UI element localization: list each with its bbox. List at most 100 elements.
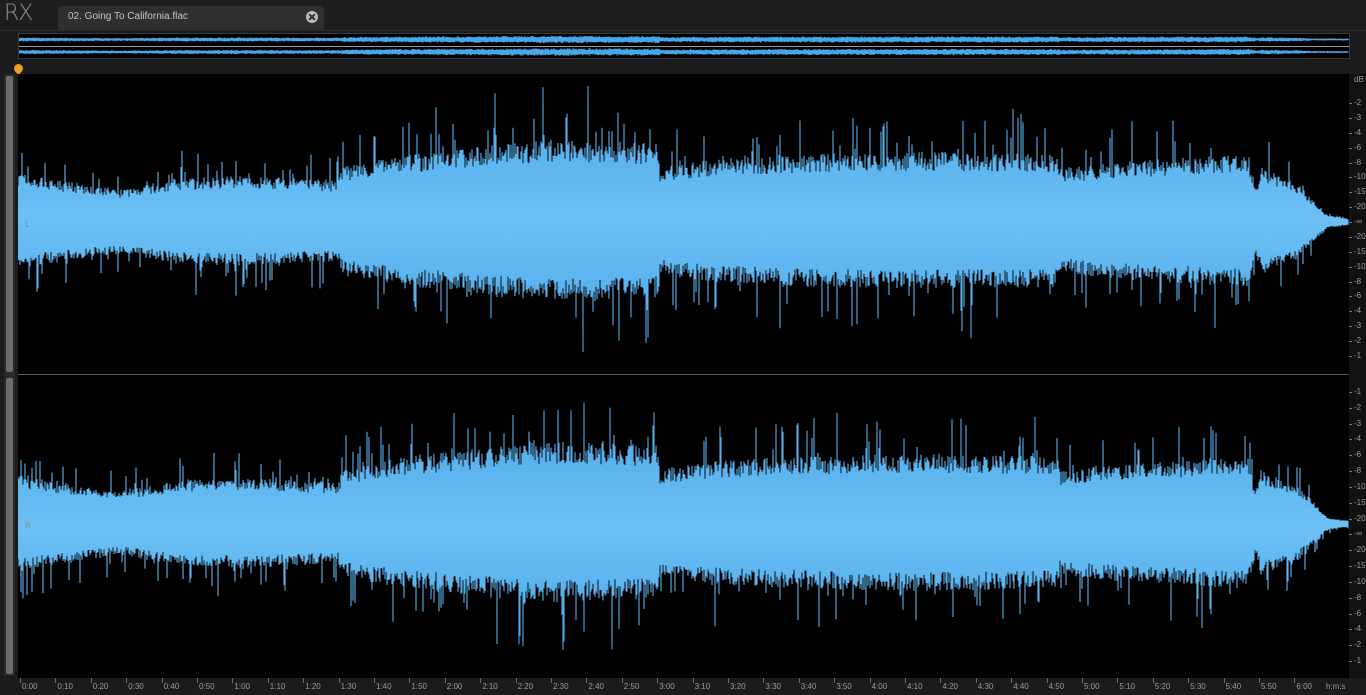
time-ruler-tick <box>480 678 482 683</box>
db-scale-label: -∞ <box>1354 529 1363 539</box>
time-ruler-tick <box>338 678 340 683</box>
close-tab-icon[interactable] <box>306 11 318 23</box>
db-scale-tick <box>1349 486 1352 488</box>
time-ruler-label: 0:10 <box>57 682 73 691</box>
db-scale-tick <box>1349 407 1352 409</box>
time-ruler-tick <box>90 678 92 683</box>
db-scale-label: -20 <box>1354 545 1366 555</box>
db-scale-label: -2 <box>1354 98 1362 107</box>
db-scale-tick <box>1349 392 1352 393</box>
channel-divider <box>18 374 1349 375</box>
time-ruler-label: 3:00 <box>659 682 675 691</box>
time-ruler-label: 5:20 <box>1154 682 1171 691</box>
time-ruler-tick <box>551 678 552 683</box>
db-scale-label: -10 <box>1354 576 1366 586</box>
time-ruler-tick <box>1152 678 1154 683</box>
time-ruler-label: 5:00 <box>1084 682 1100 691</box>
time-ruler-label: 5:40 <box>1225 682 1242 691</box>
time-ruler-tick <box>126 678 128 683</box>
time-ruler-label: 2:00 <box>446 682 463 691</box>
db-scale-label: -6 <box>1354 450 1362 460</box>
time-ruler-tick <box>1259 678 1260 683</box>
time-ruler-label: 4:30 <box>977 682 994 691</box>
time-ruler-tick <box>232 678 234 683</box>
right-channel-scroll-thumb[interactable] <box>6 378 13 674</box>
db-scale-tick <box>1349 423 1352 425</box>
db-scale-label: -10 <box>1354 481 1366 491</box>
waveform-display[interactable]: L R <box>18 74 1349 678</box>
time-ruler-tick <box>1011 678 1013 683</box>
db-scale-tick <box>1349 341 1352 343</box>
vertical-zoom-scrollbar[interactable] <box>4 74 15 676</box>
channel-waveform <box>18 85 1349 352</box>
db-scale-tick <box>1349 251 1352 253</box>
time-ruler-tick <box>621 678 623 683</box>
db-scale-label: -8 <box>1354 592 1362 602</box>
title-bar: RX 02. Going To California.flac <box>0 0 1366 31</box>
time-ruler-tick <box>869 678 871 683</box>
time-ruler-tick <box>1046 678 1048 683</box>
db-scale-tick <box>1349 534 1352 536</box>
waveform-overview[interactable] <box>18 33 1350 59</box>
time-ruler-tick <box>728 678 729 683</box>
channel-label-right: R <box>25 521 31 530</box>
time-ruler-label: 0:40 <box>163 682 180 691</box>
db-scale-tick <box>1349 281 1352 283</box>
time-ruler-tick <box>1294 678 1296 683</box>
db-scale-label: -4 <box>1354 624 1362 634</box>
db-scale-tick <box>1349 162 1352 164</box>
db-scale-label: -2 <box>1354 402 1362 412</box>
db-scale-label: -20 <box>1354 202 1366 212</box>
db-scale-label: -20 <box>1354 513 1366 523</box>
db-scale-tick <box>1349 117 1352 119</box>
db-scale-label: -10 <box>1354 172 1366 182</box>
db-scale-tick <box>1349 629 1352 631</box>
db-scale-tick <box>1349 177 1352 179</box>
time-ruler-tick <box>1188 678 1190 683</box>
time-ruler-tick <box>940 678 942 683</box>
time-ruler-label: 4:00 <box>871 682 888 691</box>
db-scale-label: -15 <box>1354 497 1366 507</box>
db-scale-tick <box>1349 439 1352 441</box>
db-scale-label: -15 <box>1354 187 1366 197</box>
time-ruler-label: 3:40 <box>800 682 817 691</box>
db-scale-tick <box>1349 597 1352 599</box>
time-ruler-tick <box>905 678 906 683</box>
file-tab[interactable]: 02. Going To California.flac <box>58 6 324 30</box>
time-unit-label: h:m:s <box>1326 682 1346 691</box>
time-ruler-label: 3:30 <box>765 682 781 691</box>
db-scale-label: -1 <box>1354 656 1362 665</box>
playhead-marker-icon[interactable] <box>12 62 25 75</box>
db-scale-label: -3 <box>1354 418 1362 428</box>
db-scale-tick <box>1349 550 1352 552</box>
time-ruler-tick <box>834 678 836 683</box>
db-scale-label: -15 <box>1354 246 1366 256</box>
time-ruler-label: 1:50 <box>411 682 427 691</box>
time-ruler-tick <box>657 678 659 683</box>
time-ruler-label: 1:00 <box>234 682 250 691</box>
db-unit-label: dB <box>1354 75 1364 84</box>
time-ruler-tick <box>1117 678 1119 683</box>
db-scale-label: -4 <box>1354 306 1362 316</box>
time-ruler-label: 5:10 <box>1119 682 1135 691</box>
channel-label-left: L <box>25 220 30 229</box>
db-scale-tick <box>1349 222 1352 224</box>
db-scale[interactable]: dB -2 -3 -4 -6 -8 -10 -15 -20 -∞ -20 -15 -10 -8 -6 -4 -… <box>1349 74 1366 678</box>
time-ruler-tick <box>374 678 375 683</box>
db-scale-tick <box>1349 566 1352 568</box>
left-channel-scroll-thumb[interactable] <box>6 76 13 372</box>
db-scale-tick <box>1349 266 1352 268</box>
time-ruler-label: 1:20 <box>305 682 321 691</box>
time-ruler-label: 2:20 <box>517 682 534 691</box>
db-scale-label: -1 <box>1354 387 1362 396</box>
time-ruler-tick <box>20 678 21 683</box>
db-scale-tick <box>1349 581 1352 583</box>
db-scale-tick <box>1349 311 1352 313</box>
overview-channel-waveform <box>19 48 1349 56</box>
db-scale-label: -1 <box>1354 351 1362 360</box>
time-ruler[interactable]: h:m:s 0:00 0:10 0:20 0:30 0:40 0:50 1:00 1:10 1:… <box>18 678 1366 695</box>
db-scale-tick <box>1349 326 1352 328</box>
time-ruler-label: 4:20 <box>942 682 958 691</box>
time-ruler-label: 3:50 <box>836 682 852 691</box>
time-ruler-label: 0:30 <box>128 682 144 691</box>
